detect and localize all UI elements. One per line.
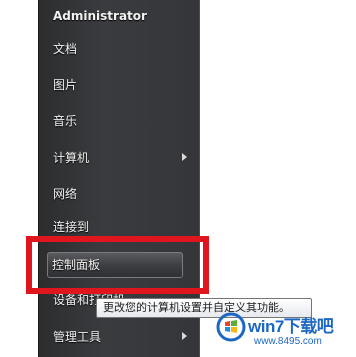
annotation-highlight-box (26, 236, 209, 294)
menu-item-connect-to[interactable]: 连接到 (53, 216, 193, 238)
menu-item-pictures[interactable]: 图片 (53, 74, 193, 96)
menu-item-network[interactable]: 网络 (53, 183, 193, 205)
submenu-arrow-icon (182, 153, 187, 161)
submenu-arrow-icon (182, 332, 187, 340)
menu-item-computer-label: 计算机 (53, 151, 90, 165)
win7-logo-icon (216, 312, 246, 342)
menu-item-music[interactable]: 音乐 (53, 110, 193, 132)
watermark-url: www.8495.com (254, 336, 322, 347)
menu-item-documents[interactable]: 文档 (53, 38, 193, 60)
user-name-link[interactable]: Administrator (53, 5, 193, 27)
menu-item-admin-tools[interactable]: 管理工具 (53, 326, 193, 348)
watermark-title: win7下载吧 (248, 317, 334, 336)
menu-item-computer[interactable]: 计算机 (53, 147, 193, 169)
site-watermark: win7下载吧 www.8495.com (212, 306, 356, 357)
menu-item-admin-tools-label: 管理工具 (53, 330, 102, 344)
